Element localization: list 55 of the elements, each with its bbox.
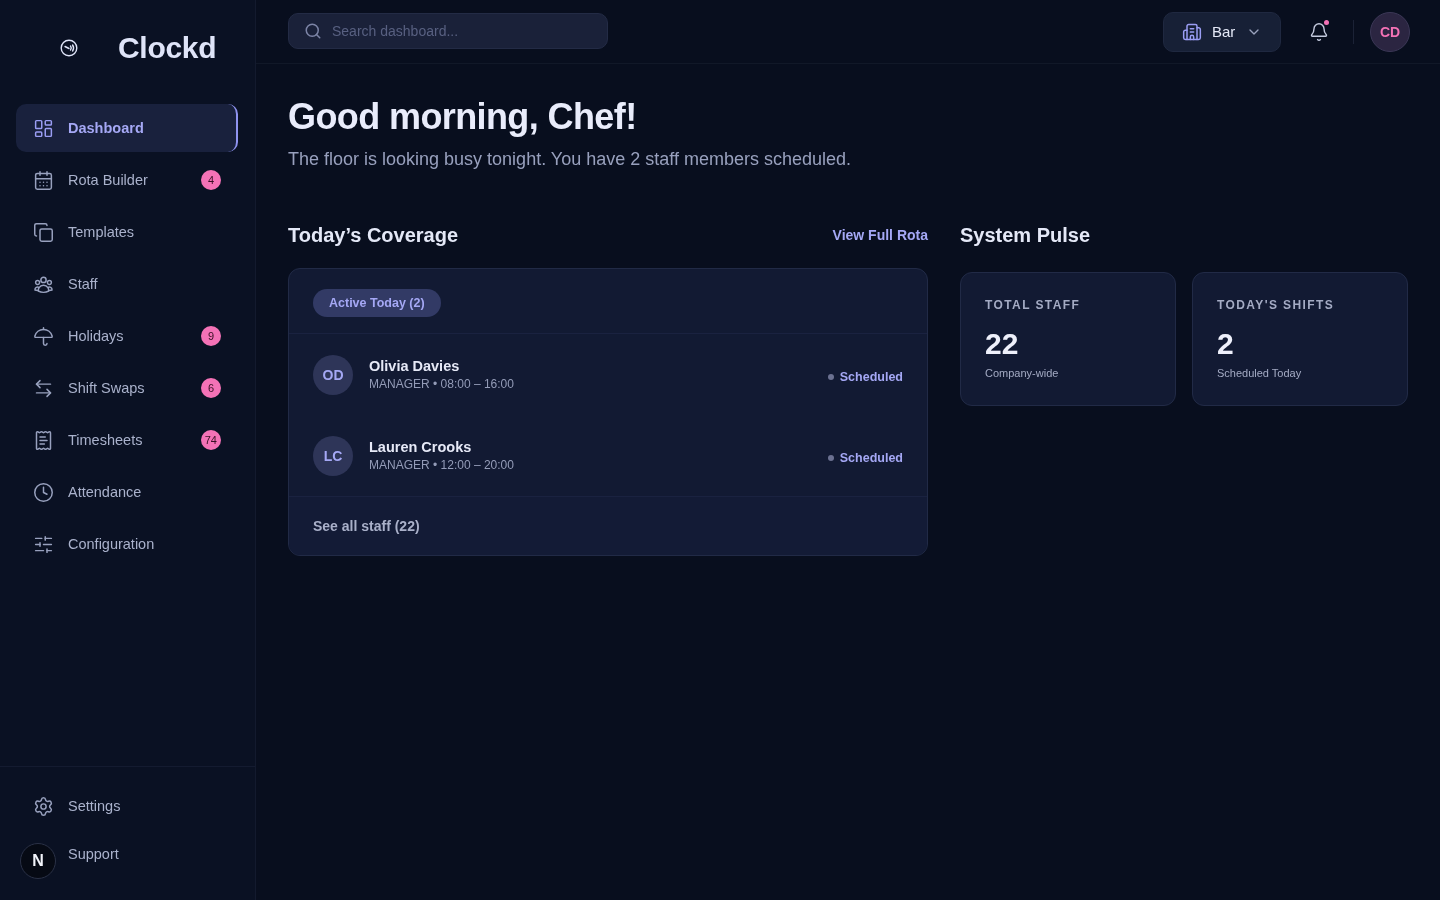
copy-icon	[33, 221, 54, 243]
stat-label: TOTAL STAFF	[985, 297, 1082, 313]
page-subtitle: The floor is looking busy tonight. You have 2 staff members scheduled.	[288, 148, 852, 171]
nav-item[interactable]: Timesheets 74	[16, 416, 238, 464]
nav-item[interactable]: Configuration	[16, 520, 238, 568]
brand-name: Clockd	[118, 31, 217, 65]
nav-item[interactable]: Holidays 9	[16, 312, 238, 360]
bell-icon	[1309, 21, 1329, 42]
building-icon	[1182, 21, 1202, 42]
view-rota-link[interactable]: View Full Rota	[832, 227, 928, 243]
stat-label: TODAY'S SHIFTS	[1217, 297, 1336, 313]
count-badge: 6	[201, 378, 221, 398]
stat-value: 2	[1217, 326, 1235, 362]
nav-item[interactable]: Dashboard	[16, 104, 238, 152]
initials-avatar: OD	[313, 354, 353, 395]
location-select[interactable]: Bar	[1163, 11, 1281, 52]
staff-shift: MANAGER • 08:00 – 16:00	[369, 377, 515, 391]
section-title: System Pulse	[960, 223, 1091, 247]
count-badge: 74	[200, 430, 221, 450]
dashboard-icon	[33, 117, 54, 139]
nav-item[interactable]: Settings	[16, 782, 238, 830]
status-label: Scheduled	[839, 450, 903, 465]
staff-name: Lauren Crooks	[369, 439, 473, 455]
status-dot-icon	[827, 373, 834, 380]
nav-item[interactable]: Rota Builder 4	[16, 156, 238, 204]
stat-value: 22	[985, 326, 1020, 362]
status-dot-icon	[827, 454, 834, 461]
staff-name: Olivia Davies	[369, 358, 461, 374]
count-badge: 4	[201, 170, 221, 190]
swap-arrows-icon	[33, 377, 54, 399]
section-title: Today’s Coverage	[288, 223, 459, 247]
initials-avatar: LC	[313, 435, 353, 476]
user-avatar[interactable]: CD	[1370, 11, 1410, 52]
see-all-link[interactable]: See all staff (22)	[313, 518, 420, 534]
umbrella-icon	[33, 325, 54, 347]
nav-item[interactable]: Staff	[16, 260, 238, 308]
filter-chip[interactable]: Active Today (2)	[313, 289, 441, 317]
clock-icon	[33, 481, 54, 503]
staff-shift: MANAGER • 12:00 – 20:00	[369, 458, 515, 472]
sliders-icon	[33, 533, 54, 555]
nav-item[interactable]: Templates	[16, 208, 238, 256]
calendar-icon	[33, 169, 54, 191]
page-heading: Good morning, Chef!	[288, 95, 638, 139]
receipt-icon	[33, 429, 54, 451]
clock-logo-icon	[60, 39, 78, 57]
nav-item[interactable]: Attendance	[16, 468, 238, 516]
stat-caption: Scheduled Today	[1217, 366, 1303, 381]
status-label: Scheduled	[839, 369, 903, 384]
nav-item[interactable]: Shift Swaps 6	[16, 364, 238, 412]
search-icon	[304, 22, 322, 40]
settings-icon	[33, 795, 54, 817]
stat-caption: Company-wide	[985, 366, 1060, 381]
count-badge: 9	[201, 326, 221, 346]
search-field[interactable]: Search dashboard...	[288, 13, 608, 49]
nav-item[interactable]: Support	[60, 830, 238, 878]
